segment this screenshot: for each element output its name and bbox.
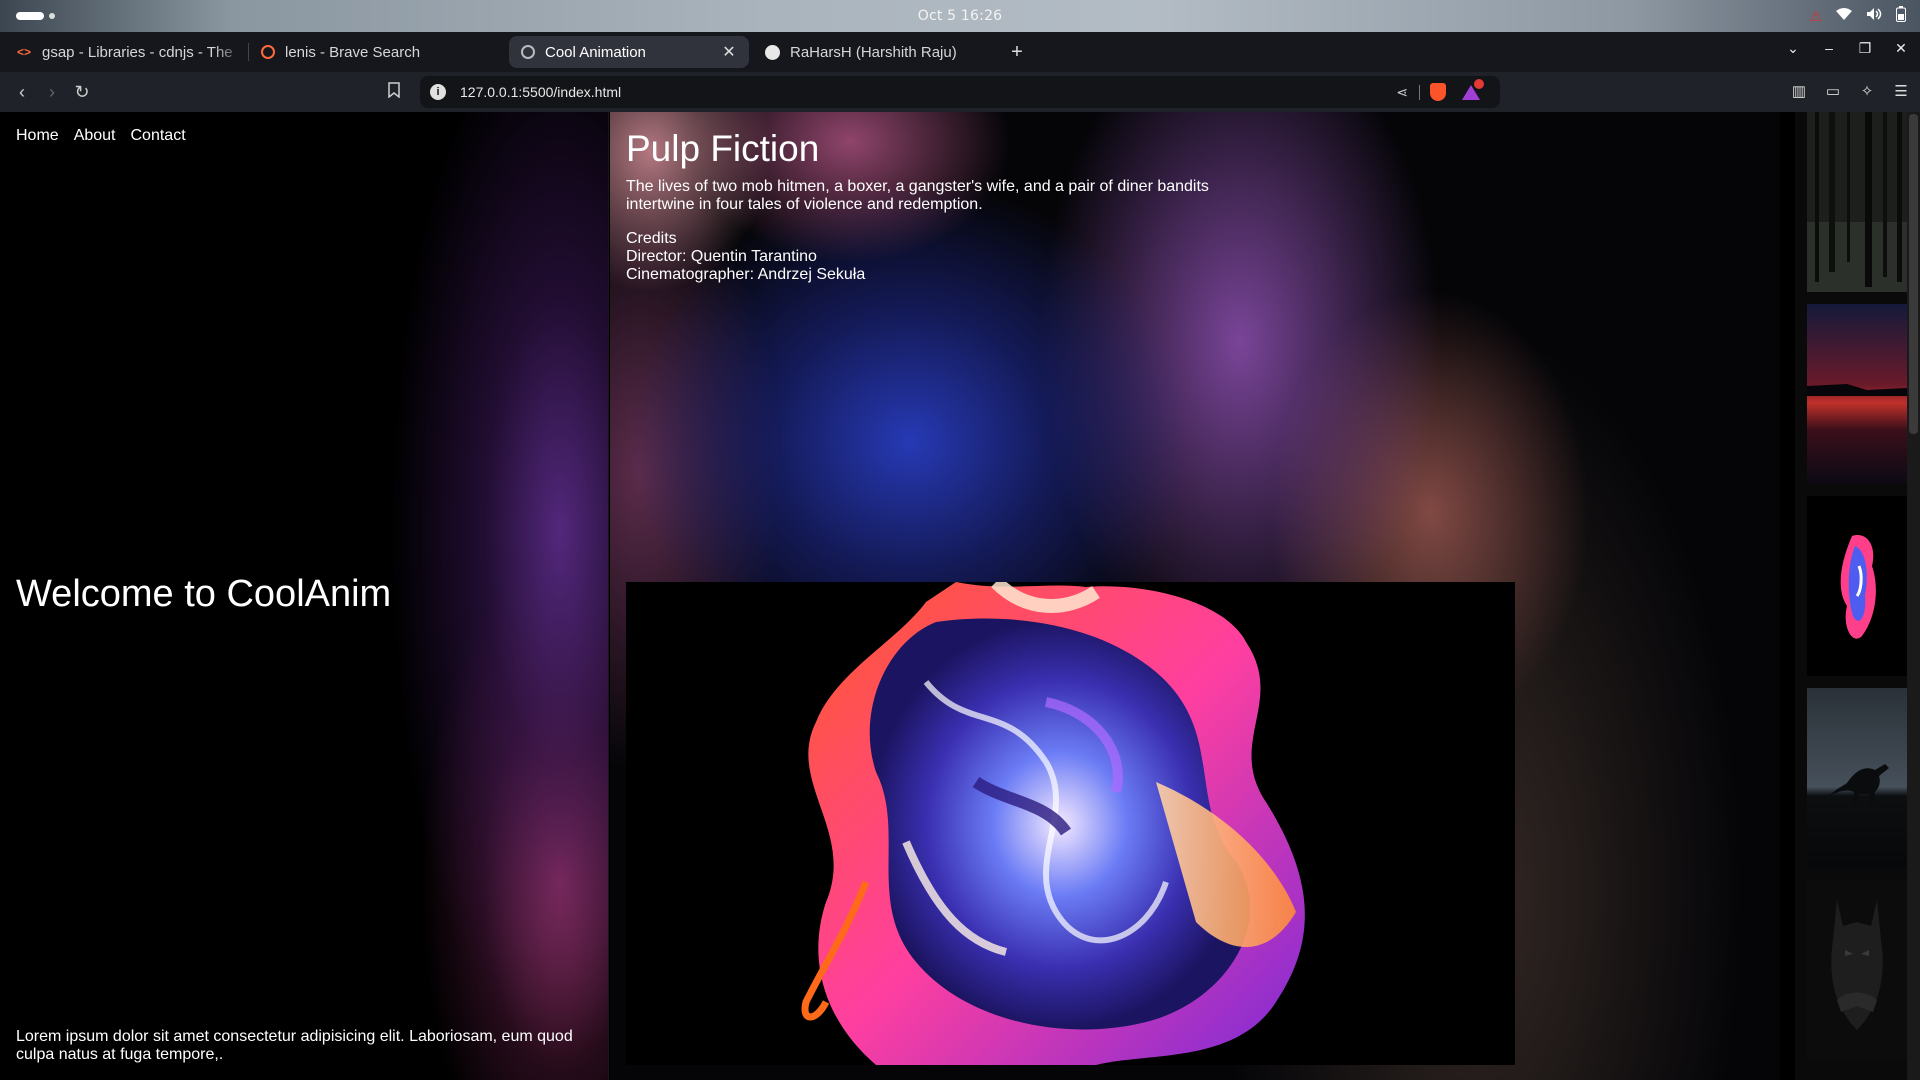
forward-arrow-icon[interactable]: › bbox=[42, 82, 62, 102]
tab-gsap-cdnjs[interactable]: <> gsap - Libraries - cdnjs - The #1 fre… bbox=[4, 36, 244, 68]
nav-about-link[interactable]: About bbox=[74, 127, 116, 145]
dinosaur-silhouette-thumbnail[interactable] bbox=[1807, 688, 1907, 868]
site-nav: Home About Contact bbox=[16, 127, 186, 145]
globe-icon bbox=[521, 45, 535, 59]
dark-forest-thumbnail[interactable] bbox=[1807, 112, 1907, 292]
tab-title: Cool Animation bbox=[545, 43, 646, 61]
workspace-active-pill bbox=[16, 12, 44, 20]
nav-contact-link[interactable]: Contact bbox=[131, 127, 186, 145]
batman-dark-thumbnail[interactable] bbox=[1807, 880, 1907, 1060]
sidebar-icon[interactable]: ▥ bbox=[1790, 82, 1808, 100]
intro-paragraph: Lorem ipsum dolor sit amet consectetur a… bbox=[16, 1028, 573, 1063]
wifi-icon[interactable] bbox=[1836, 7, 1852, 27]
tab-title: RaHarsH (Harshith Raju) bbox=[790, 43, 957, 61]
nav-home-link[interactable]: Home bbox=[16, 127, 59, 145]
warning-icon[interactable]: ⚠ bbox=[1809, 7, 1822, 27]
tab-github-raharsh[interactable]: RaHarsH (Harshith Raju) bbox=[753, 36, 993, 68]
activities-indicator[interactable] bbox=[16, 12, 55, 20]
window-controls: ⌄ – ❐ ✕ bbox=[1784, 40, 1910, 57]
reload-icon[interactable]: ↻ bbox=[72, 82, 92, 102]
bookmark-icon[interactable] bbox=[388, 82, 404, 102]
leo-ai-icon[interactable]: ✧ bbox=[1858, 82, 1876, 100]
menu-icon[interactable]: ☰ bbox=[1892, 82, 1910, 100]
browser-tab-strip: <> gsap - Libraries - cdnjs - The #1 fre… bbox=[0, 32, 1920, 72]
movie-panel: Pulp Fiction The lives of two mob hitmen… bbox=[610, 112, 1780, 1080]
tab-cool-animation[interactable]: Cool Animation ✕ bbox=[509, 36, 749, 68]
github-icon bbox=[765, 44, 780, 60]
welcome-heading: Welcome to CoolAnim bbox=[16, 573, 392, 615]
os-top-bar: Oct 5 16:26 ⚠ bbox=[0, 0, 1920, 32]
tab-title: gsap - Libraries - cdnjs - The #1 free a… bbox=[42, 43, 232, 61]
tab-lenis-search[interactable]: lenis - Brave Search bbox=[249, 36, 489, 68]
url-text[interactable]: 127.0.0.1:5500/index.html bbox=[460, 84, 621, 100]
left-panel: Home About Contact Welcome to CoolAnim L… bbox=[0, 112, 609, 1080]
battery-icon[interactable] bbox=[1896, 6, 1906, 28]
address-bar[interactable]: i 127.0.0.1:5500/index.html ⋖ bbox=[420, 76, 1500, 108]
credits-heading: Credits bbox=[626, 230, 677, 247]
rewards-badge bbox=[1474, 79, 1484, 89]
page-scrollbar-thumb[interactable] bbox=[1909, 114, 1918, 434]
brave-search-icon bbox=[261, 45, 275, 59]
movie-description: The lives of two mob hitmen, a boxer, a … bbox=[626, 178, 1209, 213]
brave-shields-icon[interactable] bbox=[1430, 83, 1446, 101]
tab-title: lenis - Brave Search bbox=[285, 43, 421, 61]
thumbnail-rail bbox=[1795, 112, 1907, 1080]
close-tab-icon[interactable]: ✕ bbox=[721, 42, 737, 62]
abstract-paint-thumbnail[interactable] bbox=[1807, 496, 1907, 676]
close-window-icon[interactable]: ✕ bbox=[1892, 40, 1910, 57]
share-icon[interactable]: ⋖ bbox=[1396, 84, 1408, 101]
workspace-dot bbox=[49, 13, 55, 19]
code-icon: <> bbox=[16, 45, 31, 59]
abstract-paint-artwork bbox=[626, 582, 1515, 1065]
minimize-icon[interactable]: – bbox=[1820, 40, 1838, 57]
credits-director: Director: Quentin Tarantino bbox=[626, 248, 817, 265]
tab-list-chevron-down-icon[interactable]: ⌄ bbox=[1784, 40, 1802, 57]
movie-credits: Credits Director: Quentin Tarantino Cine… bbox=[626, 230, 865, 284]
system-tray[interactable]: ⚠ bbox=[1809, 6, 1906, 28]
movie-title: Pulp Fiction bbox=[626, 128, 820, 169]
new-tab-button[interactable]: + bbox=[1005, 41, 1029, 64]
credits-cinematographer: Cinematographer: Andrzej Sekuła bbox=[626, 266, 866, 283]
maximize-icon[interactable]: ❐ bbox=[1856, 40, 1874, 57]
volume-icon[interactable] bbox=[1866, 7, 1882, 27]
system-clock[interactable]: Oct 5 16:26 bbox=[918, 8, 1003, 24]
red-sunset-lake-thumbnail[interactable] bbox=[1807, 304, 1907, 484]
back-arrow-icon[interactable]: ‹ bbox=[12, 82, 32, 102]
site-info-icon[interactable]: i bbox=[430, 84, 446, 100]
wallet-icon[interactable]: ▭ bbox=[1824, 82, 1842, 100]
toolbar-right-icons: ▥ ▭ ✧ ☰ bbox=[1790, 82, 1910, 100]
page-viewport: Home About Contact Welcome to CoolAnim L… bbox=[0, 112, 1920, 1080]
browser-toolbar: ‹ › ↻ i 127.0.0.1:5500/index.html ⋖ ▥ ▭ … bbox=[0, 72, 1920, 112]
